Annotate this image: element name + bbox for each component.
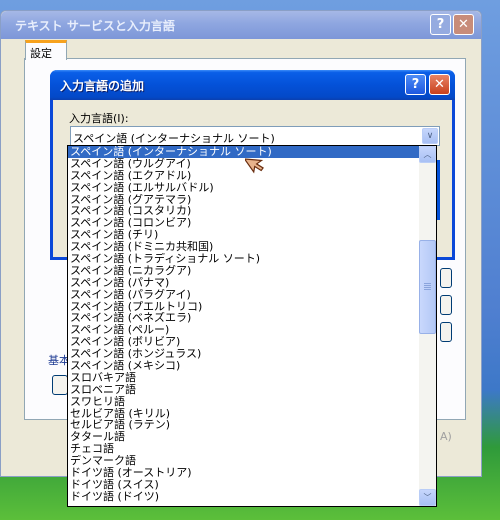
apply-button-label[interactable]: A)	[440, 430, 470, 450]
input-language-combobox[interactable]: スペイン語 (インターナショナル ソート) ∨	[70, 126, 440, 146]
language-option[interactable]: スペイン語 (ドミニカ共和国)	[68, 241, 420, 253]
outer-side-button-add[interactable]	[440, 268, 452, 288]
inner-title-bar[interactable]: 入力言語の追加 ? ✕	[50, 70, 455, 100]
help-icon: ?	[411, 77, 420, 92]
language-option[interactable]: スペイン語 (メキシコ)	[68, 360, 420, 372]
language-option[interactable]: スペイン語 (コロンビア)	[68, 217, 420, 229]
vertical-scrollbar[interactable]: ︿ ﹀	[419, 146, 436, 506]
outer-title: テキスト サービスと入力言語	[15, 19, 175, 33]
chevron-up-icon: ︿	[423, 150, 432, 159]
language-option[interactable]: ドイツ語 (ドイツ)	[68, 491, 420, 503]
language-option[interactable]: スペイン語 (エクアドル)	[68, 170, 420, 182]
language-option[interactable]: デンマーク語	[68, 455, 420, 467]
language-option[interactable]: スロバキア語	[68, 372, 420, 384]
language-option[interactable]: スペイン語 (インターナショナル ソート)	[68, 146, 420, 158]
language-option[interactable]: スペイン語 (ウルグアイ)	[68, 158, 420, 170]
tab-settings[interactable]: 設定	[25, 40, 67, 60]
language-option[interactable]: スペイン語 (エルサルバドル)	[68, 182, 420, 194]
language-options: スペイン語 (インターナショナル ソート) スペイン語 (ウルグアイ) スペイン語 …	[68, 146, 420, 503]
language-option[interactable]: スペイン語 (ニカラグア)	[68, 265, 420, 277]
language-option[interactable]: スペイン語 (チリ)	[68, 229, 420, 241]
language-option[interactable]: スペイン語 (グアテマラ)	[68, 194, 420, 206]
language-option[interactable]: タタール語	[68, 431, 420, 443]
language-option[interactable]: スワヒリ語	[68, 396, 420, 408]
inner-help-button[interactable]: ?	[405, 74, 426, 95]
outer-help-button[interactable]: ?	[430, 14, 451, 35]
scroll-down-button[interactable]: ﹀	[419, 489, 436, 506]
combo-selected-value: スペイン語 (インターナショナル ソート)	[73, 132, 275, 145]
language-option[interactable]: ドイツ語 (スイス)	[68, 479, 420, 491]
language-option[interactable]: スペイン語 (パラグアイ)	[68, 289, 420, 301]
language-option[interactable]: スペイン語 (ペルー)	[68, 324, 420, 336]
scrollbar-thumb[interactable]	[419, 240, 436, 334]
input-language-label: 入力言語(I):	[69, 112, 129, 125]
combo-dropdown-button[interactable]: ∨	[422, 128, 438, 144]
outer-partial-button[interactable]	[52, 375, 68, 395]
inner-close-button[interactable]: ✕	[429, 74, 450, 95]
outer-close-button[interactable]: ✕	[453, 14, 474, 35]
language-option[interactable]: スペイン語 (ベネズエラ)	[68, 312, 420, 324]
close-icon: ✕	[458, 17, 469, 32]
outer-title-bar[interactable]: テキスト サービスと入力言語 ? ✕	[1, 11, 481, 39]
pointer-arrow-icon	[245, 158, 264, 174]
language-option[interactable]: スペイン語 (ボリビア)	[68, 336, 420, 348]
outer-side-button-remove[interactable]	[440, 295, 452, 315]
close-icon: ✕	[434, 77, 445, 92]
language-dropdown-list[interactable]: スペイン語 (インターナショナル ソート) スペイン語 (ウルグアイ) スペイン語 …	[67, 145, 437, 507]
language-option[interactable]: チェコ語	[68, 443, 420, 455]
language-option[interactable]: スペイン語 (トラディショナル ソート)	[68, 253, 420, 265]
grip-icon	[424, 283, 431, 291]
language-option[interactable]: セルビア語 (ラテン)	[68, 419, 420, 431]
chevron-down-icon: ∨	[426, 131, 434, 141]
help-icon: ?	[436, 17, 445, 32]
inner-title: 入力言語の追加	[60, 79, 145, 93]
language-option[interactable]: スロベニア語	[68, 384, 420, 396]
language-option[interactable]: スペイン語 (プエルトリコ)	[68, 301, 420, 313]
language-option[interactable]: スペイン語 (ホンジュラス)	[68, 348, 420, 360]
language-option[interactable]: スペイン語 (コスタリカ)	[68, 205, 420, 217]
scroll-up-button[interactable]: ︿	[419, 146, 436, 163]
chevron-down-icon: ﹀	[423, 493, 432, 502]
language-option[interactable]: スペイン語 (パナマ)	[68, 277, 420, 289]
language-option[interactable]: セルビア語 (キリル)	[68, 408, 420, 420]
language-option[interactable]: ドイツ語 (オーストリア)	[68, 467, 420, 479]
outer-side-button-properties[interactable]	[440, 322, 452, 342]
